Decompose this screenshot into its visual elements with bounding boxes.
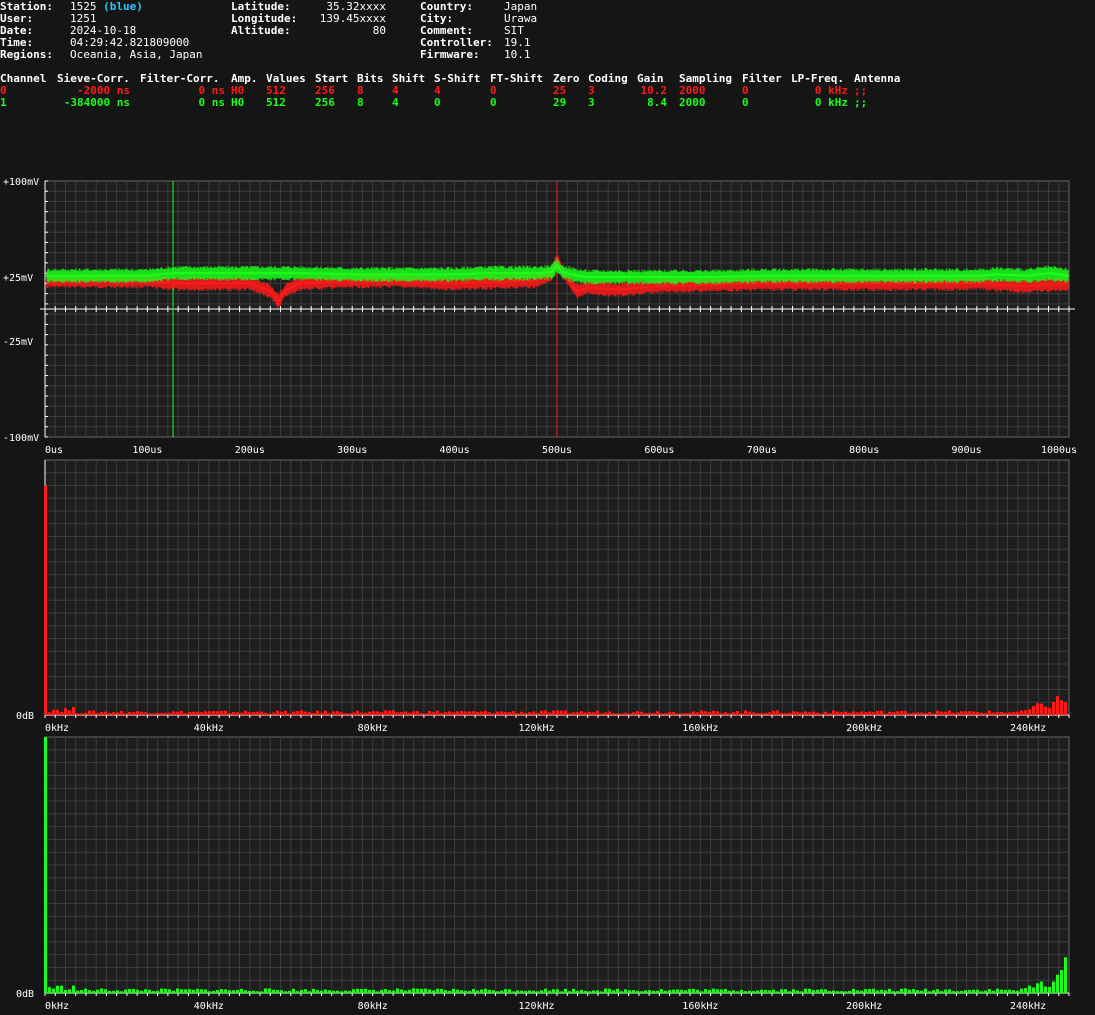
location-info: Latitude: 35.32xxxx Longitude: 139.45xxxx Al… [231,1,386,37]
x-tick-label: 80kHz [358,1001,388,1012]
table-cell: 0 kHz [814,96,848,109]
x-tick-label: 500us [542,445,572,456]
table-cell: ;; [854,96,868,109]
x-tick-label: 80kHz [358,723,388,734]
x-tick-label: 240kHz [1010,723,1046,734]
x-tick-label: 0kHz [45,1001,69,1012]
x-tick-label: 40kHz [194,1001,224,1012]
column-header: FT-Shift [490,72,543,85]
table-cell: 256 [315,96,335,109]
x-tick-label: 400us [440,445,470,456]
x-tick-label: 300us [337,445,367,456]
x-tick-label: 900us [952,445,982,456]
x-tick-label: 700us [747,445,777,456]
header-field: Altitude: 80 [231,25,386,37]
table-cell: 2000 [679,96,706,109]
header-value: 80 [372,24,386,37]
x-tick-label: 0kHz [45,723,69,734]
x-tick-label: 160kHz [682,1001,718,1012]
station-info: Station: 1525 (blue) User: 1251 Date: 2024-10… [0,1,202,61]
table-cell: 8 [357,96,364,109]
x-tick-label: 120kHz [518,1001,554,1012]
y-tick-label: +100mV [3,177,39,188]
x-tick-label: 200kHz [846,723,882,734]
x-tick-label: 100us [132,445,162,456]
header-field: Firmware: 10.1 [420,49,537,61]
table-cell: 0 [434,96,441,109]
y-tick-label: -25mV [3,337,33,348]
table-cell: 0 [742,96,749,109]
table-cell: -384000 ns [63,96,130,109]
table-cell: 29 [553,96,567,109]
x-tick-label: 160kHz [682,723,718,734]
header-value: 10.1 [504,48,531,61]
column-header: Channel [0,72,47,85]
y-tick-label: 0dB [16,989,34,1000]
header-label: Regions: [0,48,53,61]
table-cell: H0 [231,96,245,109]
table-cell: 0 ns [198,96,226,109]
x-tick-label: 120kHz [518,723,554,734]
x-tick-label: 240kHz [1010,1001,1046,1012]
waveform-chart: +100mV +25mV -25mV -100mV 0us 100us 200us 300us… [3,177,1077,456]
header-label: Firmware: [420,48,480,61]
table-cell: 3 [588,96,595,109]
x-tick-label: 800us [849,445,879,456]
table-cell: 1 [0,96,7,109]
header-label: Altitude: [231,24,291,37]
x-tick-label: 40kHz [194,723,224,734]
y-tick-label: +25mV [3,273,33,284]
x-tick-label: 1000us [1041,445,1077,456]
table-cell: 4 [392,96,399,109]
header-value: Oceania, Asia, Japan [70,48,203,61]
spectrum-chart-channel-1: 0dB 0kHz 40kHz 80kHz 120kHz 160kHz 200kHz 240kH… [16,736,1070,1012]
x-tick-label: 600us [644,445,674,456]
x-tick-label: 0us [45,445,63,456]
station-color-tag: (blue) [96,0,143,13]
table-cell: 8.4 [647,96,667,109]
table-cell: 512 [266,96,286,109]
table-cell: 0 [490,96,497,109]
site-info: Country: Japan City: Urawa Comment: SIT Contro… [420,1,537,61]
spectrum-chart-channel-0: 0dB 0kHz 40kHz 80kHz 120kHz 160kHz 200kHz 240kH… [16,459,1070,734]
x-tick-label: 200us [235,445,265,456]
y-tick-label: 0dB [16,711,34,722]
y-tick-label: -100mV [3,433,39,444]
header-field: Regions: Oceania, Asia, Japan [0,49,202,61]
x-tick-label: 200kHz [846,1001,882,1012]
